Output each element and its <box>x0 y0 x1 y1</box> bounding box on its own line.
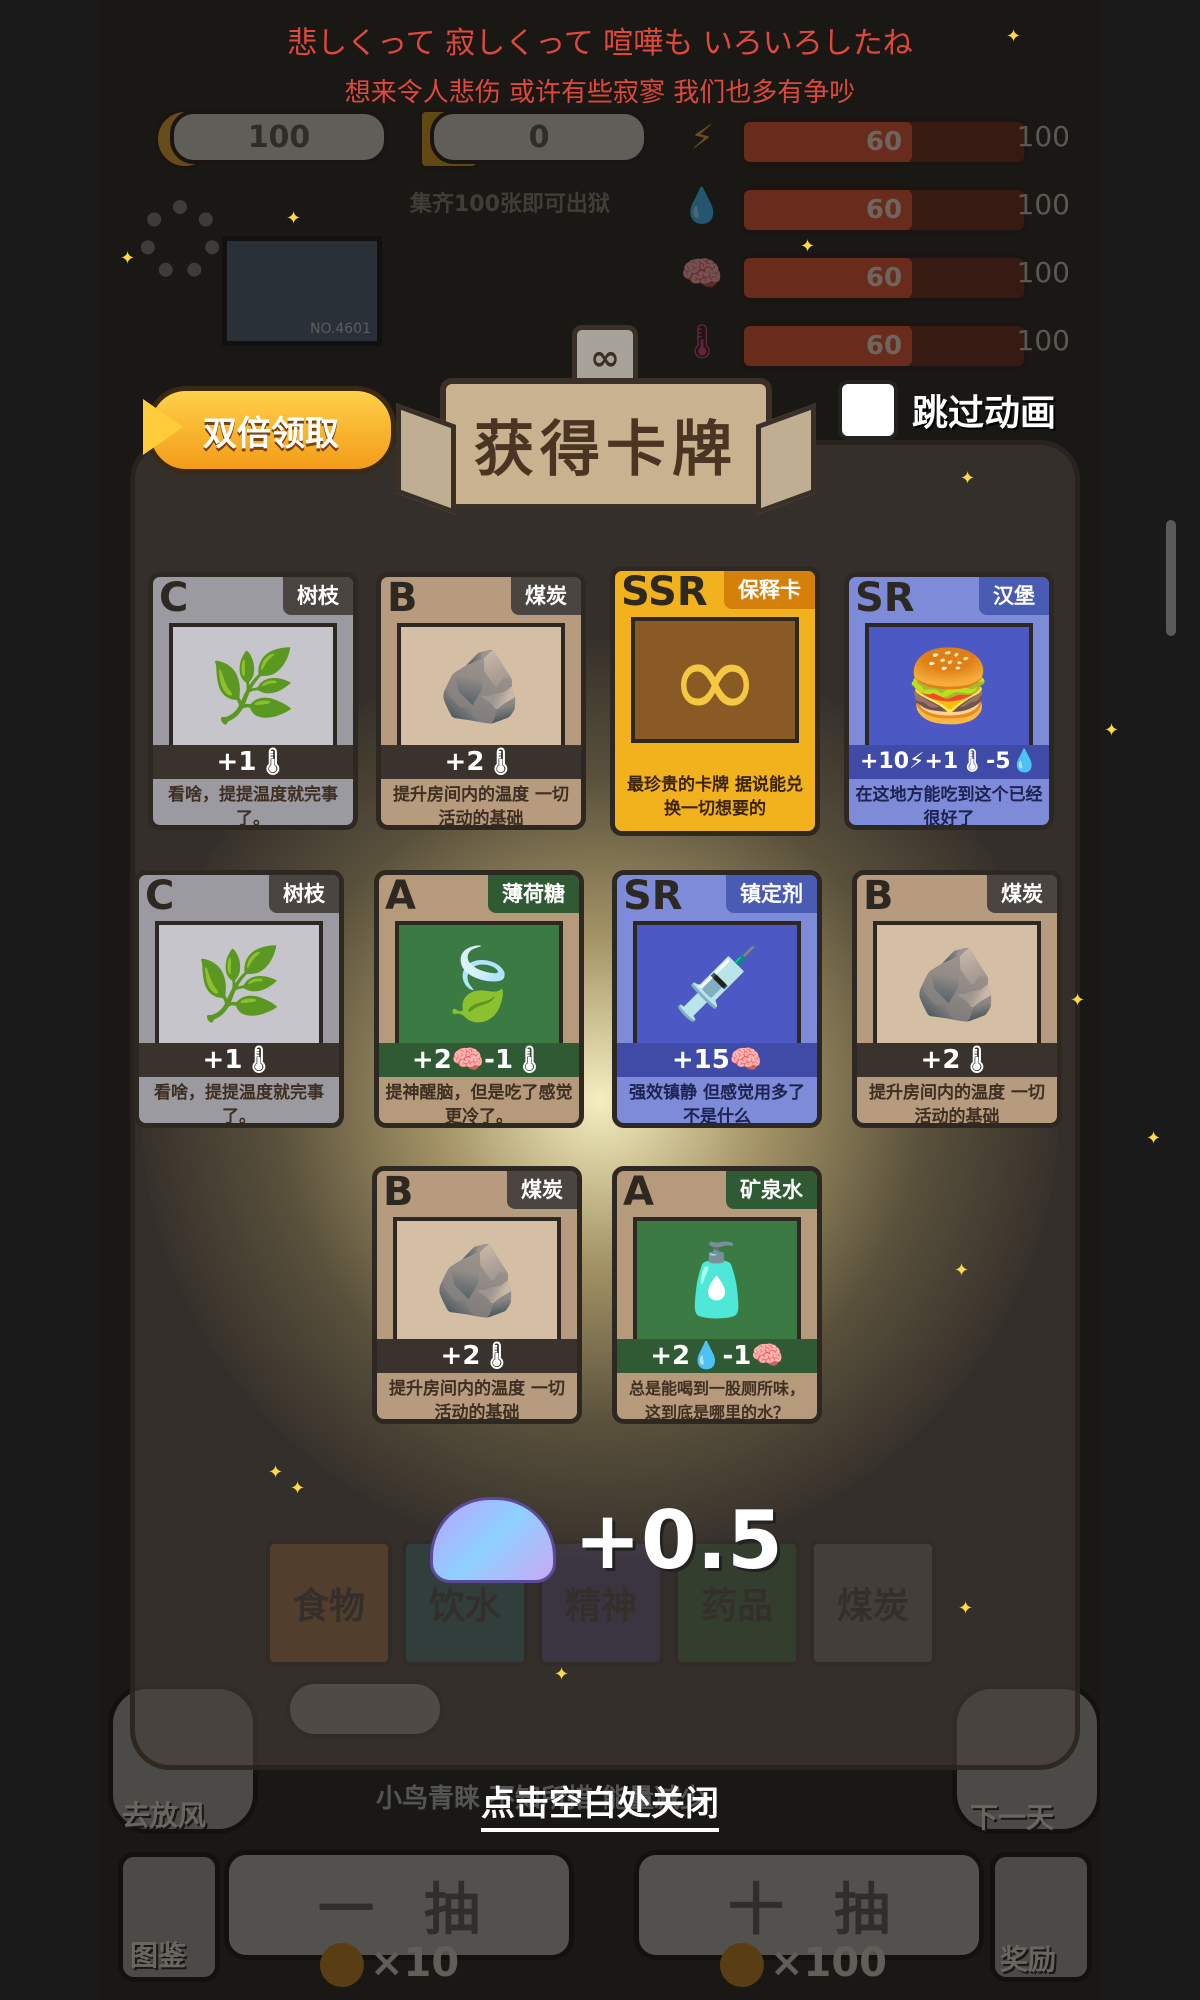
card-desc: 在这地方能吃到这个已经很好了 <box>855 785 1043 829</box>
skip-label: 跳过动画 <box>912 393 1057 434</box>
card-desc: 最珍贵的卡牌 据说能兑换一切想要的 <box>627 775 803 819</box>
card-stat: +15🧠 <box>617 1043 817 1077</box>
card-coal[interactable]: B 煤炭 🪨 +2🌡 提升房间内的温度 一切活动的基础 <box>376 572 586 830</box>
burger-icon: 🍔 <box>865 623 1033 749</box>
card-desc: 提升房间内的温度 一切活动的基础 <box>869 1083 1045 1127</box>
card-desc: 提升房间内的温度 一切活动的基础 <box>393 785 569 829</box>
scrollbar[interactable] <box>1166 520 1176 636</box>
twig-icon: 🌿 <box>155 921 323 1047</box>
sparkle-icon: ✦ <box>954 1260 970 1281</box>
card-desc: 看啥，提提温度就完事了。 <box>154 1083 324 1127</box>
sparkle-icon: ✦ <box>960 468 976 489</box>
reward-amount: +0.5 <box>574 1493 783 1587</box>
sparkle-icon: ✦ <box>800 236 816 257</box>
card-stat: +2🌡 <box>377 1339 577 1373</box>
lyric-subtitle-cn: 想来令人悲伤 或许有些寂寥 我们也多有争吵 <box>344 78 856 108</box>
play-icon <box>143 399 183 455</box>
twig-icon: 🌿 <box>169 623 337 749</box>
infinity-icon: ∞ <box>631 616 799 744</box>
modal-title: 获得卡牌 <box>396 378 816 515</box>
sparkle-icon: ✦ <box>1104 720 1120 741</box>
sparkle-icon: ✦ <box>958 1598 974 1619</box>
sparkle-icon: ✦ <box>554 1664 570 1685</box>
sparkle-icon: ✦ <box>268 1462 284 1483</box>
skip-checkbox[interactable] <box>838 380 898 440</box>
card-desc: 强效镇静 但感觉用多了不是什么 <box>629 1083 805 1127</box>
card-mint[interactable]: A 薄荷糖 🍃 +2🧠-1🌡 提神醒脑，但是吃了感觉更冷了。 <box>374 870 584 1128</box>
card-desc: 看啥，提提温度就完事了。 <box>168 785 338 829</box>
card-stat: +10⚡+1🌡-5💧 <box>849 745 1049 779</box>
water-bottle-icon: 🧴 <box>633 1217 801 1343</box>
card-mineral-water[interactable]: A 矿泉水 🧴 +2💧-1🧠 总是能喝到一股厕所味，这到底是哪里的水？ <box>612 1166 822 1424</box>
card-sedative[interactable]: SR 镇定剂 💉 +15🧠 强效镇静 但感觉用多了不是什么 <box>612 870 822 1128</box>
card-twig[interactable]: C 树枝 🌿 +1🌡 看啥，提提温度就完事了。 <box>148 572 358 830</box>
card-bail[interactable]: SSR 保释卡 ∞ 最珍贵的卡牌 据说能兑换一切想要的 <box>610 566 820 836</box>
card-burger[interactable]: SR 汉堡 🍔 +10⚡+1🌡-5💧 在这地方能吃到这个已经很好了 <box>844 572 1054 830</box>
sparkle-icon: ✦ <box>120 248 136 269</box>
card-stat: +1🌡 <box>153 745 353 779</box>
sparkle-icon: ✦ <box>286 208 302 229</box>
card-desc: 总是能喝到一股厕所味，这到底是哪里的水？ <box>628 1379 805 1422</box>
sparkle-icon: ✦ <box>1070 990 1086 1011</box>
card-stat: +2🌡 <box>381 745 581 779</box>
card-coal[interactable]: B 煤炭 🪨 +2🌡 提升房间内的温度 一切活动的基础 <box>372 1166 582 1424</box>
sparkle-icon: ✦ <box>290 1478 306 1499</box>
sparkle-icon: ✦ <box>1146 1128 1162 1149</box>
card-stat: +2🧠-1🌡 <box>379 1043 579 1077</box>
card-stat: +1🌡 <box>139 1043 339 1077</box>
coal-icon: 🪨 <box>393 1217 561 1343</box>
crystal-icon <box>430 1497 556 1583</box>
card-desc: 提升房间内的温度 一切活动的基础 <box>389 1379 565 1423</box>
card-desc: 提神醒脑，但是吃了感觉更冷了。 <box>385 1083 573 1127</box>
card-stat: +2🌡 <box>857 1043 1057 1077</box>
coal-icon: 🪨 <box>873 921 1041 1047</box>
skip-animation[interactable]: 跳过动画 <box>838 380 1056 440</box>
lyric-subtitle-jp: 悲しくって 寂しくって 喧嘩も いろいろしたね <box>287 26 913 61</box>
coal-icon: 🪨 <box>397 623 565 749</box>
close-hint[interactable]: 点击空白处关闭 <box>0 1776 1200 1832</box>
syringe-icon: 💉 <box>633 921 801 1047</box>
card-reward-modal[interactable]: ∞ 获得卡牌 双倍领取 跳过动画 C 树枝 🌿 +1🌡 看啥，提提温度就完事了。… <box>0 0 1200 2000</box>
mint-icon: 🍃 <box>395 921 563 1047</box>
card-coal[interactable]: B 煤炭 🪨 +2🌡 提升房间内的温度 一切活动的基础 <box>852 870 1062 1128</box>
double-claim-button[interactable]: 双倍领取 <box>143 386 396 474</box>
reward-display: +0.5 <box>430 1490 870 1590</box>
card-stat: +2💧-1🧠 <box>617 1339 817 1373</box>
card-twig[interactable]: C 树枝 🌿 +1🌡 看啥，提提温度就完事了。 <box>134 870 344 1128</box>
